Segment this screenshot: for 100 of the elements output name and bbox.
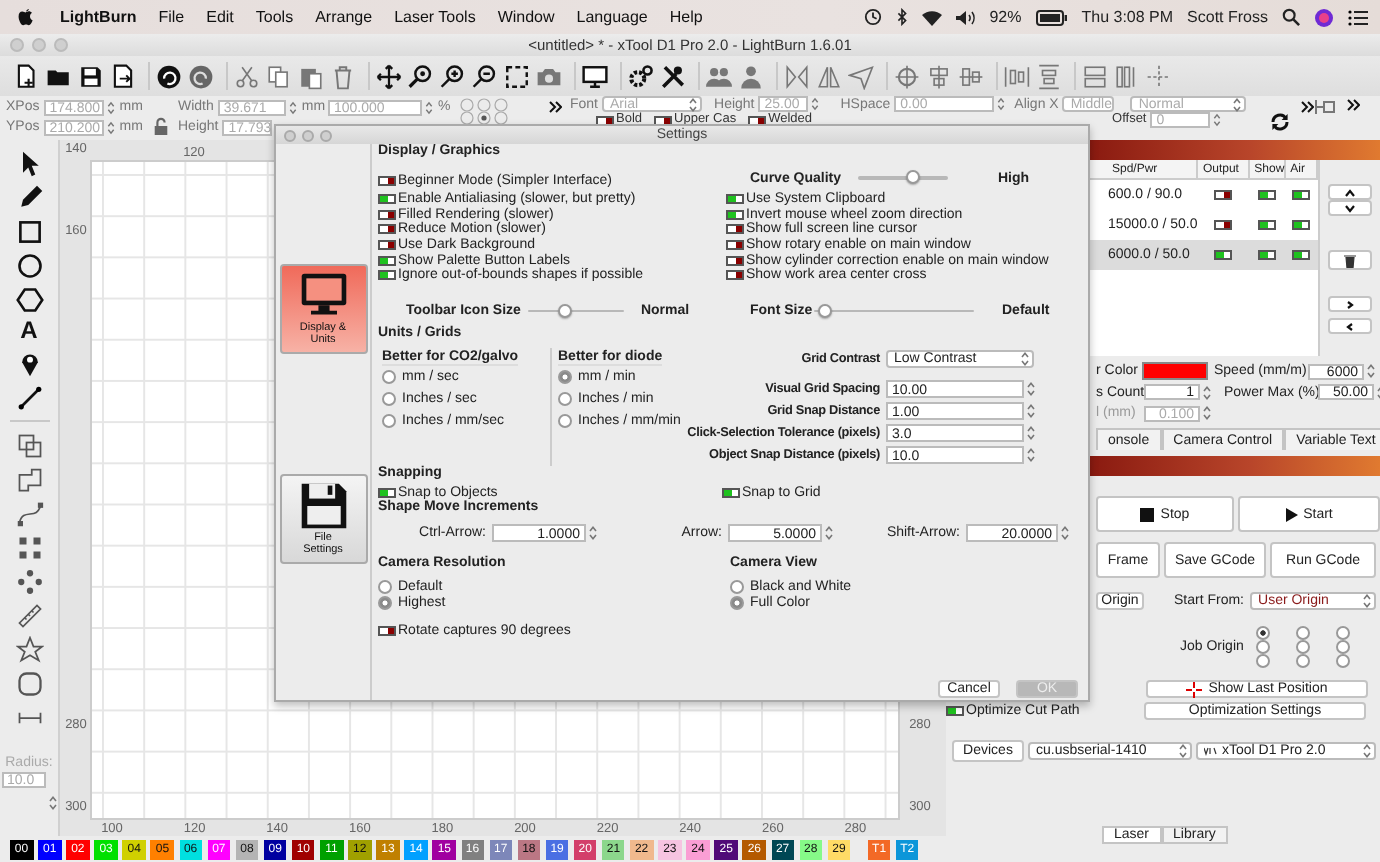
- menu-item[interactable]: File: [158, 8, 185, 26]
- zoom-out-icon[interactable]: [472, 63, 498, 89]
- spinner-icon[interactable]: [1212, 112, 1223, 128]
- next-button[interactable]: [1328, 296, 1372, 312]
- toggle-checkbox[interactable]: [378, 626, 396, 637]
- radio-button[interactable]: [1335, 625, 1350, 639]
- pencil-icon[interactable]: [15, 183, 43, 211]
- offset-squares-icon[interactable]: [15, 431, 43, 459]
- radio-button[interactable]: [1335, 639, 1350, 653]
- radio-button[interactable]: [382, 392, 396, 407]
- battery-icon[interactable]: [1035, 9, 1068, 25]
- toggle-checkbox[interactable]: [1292, 190, 1311, 200]
- toggle-checkbox[interactable]: [726, 255, 744, 266]
- radio-button[interactable]: [1295, 653, 1310, 667]
- double-chevron-icon[interactable]: [1346, 98, 1360, 112]
- slider-thumb[interactable]: [558, 303, 573, 318]
- bars-icon[interactable]: [1114, 63, 1140, 89]
- toggle-checkbox[interactable]: [378, 240, 396, 251]
- undo-icon[interactable]: [156, 63, 182, 89]
- camera-icon[interactable]: [536, 63, 562, 89]
- radio-button[interactable]: [558, 414, 572, 429]
- spinner-icon[interactable]: [824, 523, 834, 542]
- toggle-checkbox[interactable]: [378, 194, 396, 205]
- spinner-icon[interactable]: [996, 96, 1007, 112]
- spinner-icon[interactable]: [105, 99, 116, 115]
- radio-button[interactable]: [730, 595, 744, 610]
- circle-icon[interactable]: [15, 251, 43, 279]
- toggle-checkbox[interactable]: [726, 194, 744, 205]
- radio-button[interactable]: [382, 414, 396, 429]
- updown-chevron-icon[interactable]: [1362, 742, 1372, 760]
- align-icon[interactable]: [1314, 98, 1338, 116]
- spinner-icon[interactable]: [588, 523, 598, 542]
- menu-item[interactable]: Help: [669, 8, 703, 26]
- menu-item[interactable]: Language: [576, 8, 648, 26]
- toggle-checkbox[interactable]: [1258, 190, 1277, 200]
- paper-plane-icon[interactable]: [848, 63, 874, 89]
- distribute-icon[interactable]: [1004, 63, 1030, 89]
- toggle-checkbox[interactable]: [378, 255, 396, 266]
- rotate-arrows-icon[interactable]: [1270, 112, 1290, 132]
- toggle-checkbox[interactable]: [378, 270, 396, 281]
- square-icon[interactable]: [15, 217, 43, 245]
- menu-list-icon[interactable]: [1348, 9, 1368, 25]
- menu-item[interactable]: Laser Tools: [394, 8, 476, 26]
- toggle-checkbox[interactable]: [1214, 190, 1233, 200]
- move-icon[interactable]: [376, 63, 402, 89]
- spinner-icon[interactable]: [105, 119, 116, 135]
- user-name[interactable]: Scott Fross: [1187, 8, 1268, 26]
- radio-button[interactable]: [558, 370, 572, 385]
- delete-button[interactable]: [1328, 250, 1372, 270]
- spinner-icon[interactable]: [47, 794, 57, 812]
- menu-item[interactable]: LightBurn: [60, 8, 137, 26]
- toggle-checkbox[interactable]: [726, 240, 744, 251]
- radio-button[interactable]: [1255, 639, 1270, 653]
- toggle-checkbox[interactable]: [1214, 220, 1233, 230]
- grid-array-icon[interactable]: [15, 533, 43, 561]
- wifi-icon[interactable]: [921, 9, 942, 25]
- double-chevron-icon[interactable]: [548, 100, 562, 114]
- wrench-icon[interactable]: [660, 63, 686, 89]
- updown-chevron-icon[interactable]: [688, 96, 699, 113]
- menu-item[interactable]: Arrange: [315, 8, 373, 26]
- menu-item[interactable]: Edit: [206, 8, 234, 26]
- radio-button[interactable]: [378, 595, 392, 610]
- menu-item[interactable]: Window: [497, 8, 555, 26]
- spinner-icon[interactable]: [287, 99, 298, 115]
- updown-chevron-icon[interactable]: [1178, 742, 1188, 760]
- color-swatch[interactable]: [1142, 362, 1208, 380]
- copy-icon[interactable]: [266, 63, 292, 89]
- crosshair-icon[interactable]: [894, 63, 920, 89]
- slider-thumb[interactable]: [818, 303, 833, 318]
- radio-button[interactable]: [1295, 639, 1310, 653]
- device-icon[interactable]: [1204, 746, 1218, 756]
- slider-thumb[interactable]: [906, 170, 921, 185]
- toggle-checkbox[interactable]: [1258, 250, 1277, 260]
- bluetooth-icon[interactable]: [895, 8, 908, 26]
- toggle-checkbox[interactable]: [378, 487, 396, 498]
- align-middle-icon[interactable]: [958, 63, 984, 89]
- circular-array-icon[interactable]: [15, 567, 43, 595]
- save-icon[interactable]: [78, 63, 104, 89]
- toggle-checkbox[interactable]: [946, 706, 964, 716]
- spinner-icon[interactable]: [810, 96, 821, 112]
- hexagon-icon[interactable]: [15, 285, 43, 313]
- radio-button[interactable]: [1255, 625, 1270, 639]
- mirror-vertical-icon[interactable]: [816, 63, 842, 89]
- gear-icon[interactable]: [628, 63, 654, 89]
- spinner-icon[interactable]: [424, 99, 434, 115]
- radio-button[interactable]: [378, 579, 392, 594]
- people-icon[interactable]: [706, 63, 732, 89]
- person-icon[interactable]: [738, 63, 764, 89]
- redo-icon[interactable]: [188, 63, 214, 89]
- distribute-vertical-icon[interactable]: [1036, 63, 1062, 89]
- zoom-icon[interactable]: [440, 63, 466, 89]
- stack-icon[interactable]: [1082, 63, 1108, 89]
- scissors-icon[interactable]: [234, 63, 260, 89]
- spinner-icon[interactable]: [1366, 362, 1376, 380]
- clock-icon[interactable]: [863, 8, 882, 26]
- polygon-star-icon[interactable]: [15, 635, 43, 663]
- search-icon[interactable]: [1282, 8, 1300, 26]
- radio-button[interactable]: [1255, 653, 1270, 667]
- trash-icon[interactable]: [330, 63, 356, 89]
- volume-icon[interactable]: [955, 9, 976, 25]
